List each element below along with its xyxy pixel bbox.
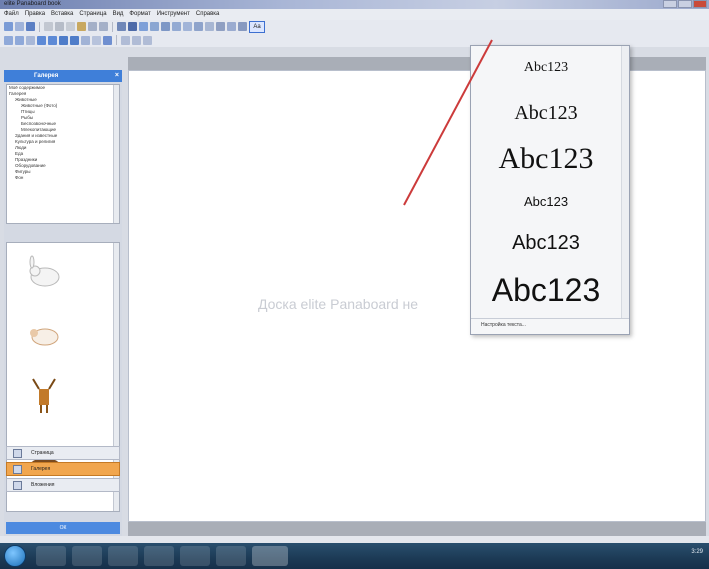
font-option-sans-medium[interactable]: Abc123 bbox=[471, 232, 621, 255]
line-icon[interactable] bbox=[161, 22, 170, 31]
rabbit-thumbnail[interactable] bbox=[21, 251, 69, 295]
menu-edit[interactable]: Правка bbox=[25, 9, 45, 20]
pen-icon[interactable] bbox=[128, 22, 137, 31]
menu-file[interactable]: Файл bbox=[4, 9, 19, 20]
gallery-header: Галерея × bbox=[4, 70, 122, 82]
firefox-icon[interactable] bbox=[72, 546, 102, 566]
style-icon[interactable] bbox=[227, 22, 236, 31]
tab-gallery-label: Галерея bbox=[31, 466, 51, 472]
width-icon[interactable] bbox=[216, 22, 225, 31]
zoom-in-icon[interactable] bbox=[132, 35, 141, 45]
separator bbox=[112, 21, 113, 32]
cut-icon[interactable] bbox=[44, 22, 53, 31]
page-icon bbox=[13, 449, 22, 458]
highlighter-icon[interactable] bbox=[150, 22, 159, 31]
menu-tools[interactable]: Инструмент bbox=[157, 9, 190, 20]
tab-gallery[interactable]: Галерея bbox=[6, 462, 120, 476]
tab-page-label: Страница bbox=[31, 450, 54, 456]
tree-item[interactable]: Фон bbox=[7, 175, 119, 181]
text-settings-link[interactable]: Настройка текста... bbox=[471, 318, 629, 331]
font-size-dropdown: Abc123 Abc123 Abc123 Abc123 Abc123 Abc12… bbox=[470, 45, 630, 335]
tree-scrollbar[interactable] bbox=[113, 85, 119, 223]
app-window: elite Panaboard book Файл Правка Вставка… bbox=[0, 0, 709, 569]
page-add-icon[interactable] bbox=[26, 35, 35, 45]
gallery-title: Галерея bbox=[34, 73, 59, 79]
drawing-toolbar: Aa bbox=[0, 20, 709, 33]
zoom-fit-icon[interactable] bbox=[143, 35, 152, 45]
separator bbox=[39, 21, 40, 32]
start-button[interactable] bbox=[4, 545, 26, 567]
font-option-sans-small[interactable]: Abc123 bbox=[471, 194, 621, 209]
taskbar: 3:29 bbox=[0, 543, 709, 569]
close-button[interactable] bbox=[693, 0, 707, 8]
left-panel: Галерея × Моё содержимое Галерея Животны… bbox=[4, 70, 122, 540]
undo-icon[interactable] bbox=[88, 22, 97, 31]
font-option-serif-medium[interactable]: Abc123 bbox=[471, 102, 621, 125]
menu-bar: Файл Правка Вставка Страница Вид Формат … bbox=[0, 9, 709, 20]
deer-thumbnail[interactable] bbox=[21, 375, 69, 419]
window-title: elite Panaboard book bbox=[4, 1, 61, 7]
font-size-button[interactable]: Aa bbox=[249, 20, 265, 33]
separator bbox=[116, 35, 117, 45]
open-icon[interactable] bbox=[15, 22, 24, 31]
panaboard-taskbar-icon[interactable] bbox=[252, 546, 288, 566]
canvas-watermark: Доска elite Panaboard не bbox=[258, 296, 419, 312]
panel-action-button[interactable]: ОК bbox=[6, 522, 120, 534]
save-icon[interactable] bbox=[26, 22, 35, 31]
menu-insert[interactable]: Вставка bbox=[51, 9, 73, 20]
camera-icon[interactable] bbox=[103, 35, 112, 45]
shape-icon[interactable] bbox=[172, 22, 181, 31]
page-delete-icon[interactable] bbox=[48, 35, 57, 45]
explorer-icon[interactable] bbox=[180, 546, 210, 566]
dropdown-scrollbar[interactable] bbox=[621, 46, 629, 318]
delete-icon[interactable] bbox=[66, 22, 75, 31]
font-option-sans-large[interactable]: Abc123 bbox=[471, 272, 621, 309]
select-icon[interactable] bbox=[117, 22, 126, 31]
paste-icon[interactable] bbox=[77, 22, 86, 31]
system-tray: 3:29 bbox=[691, 549, 703, 555]
menu-view[interactable]: Вид bbox=[113, 9, 124, 20]
page-sort-icon[interactable] bbox=[70, 35, 79, 45]
zoom-out-icon[interactable] bbox=[121, 35, 130, 45]
tab-page[interactable]: Страница bbox=[6, 446, 120, 460]
lamb-thumbnail[interactable] bbox=[21, 313, 69, 357]
page-prev-icon[interactable] bbox=[4, 35, 13, 45]
menu-page[interactable]: Страница bbox=[79, 9, 106, 20]
fill-icon[interactable] bbox=[194, 22, 203, 31]
redo-icon[interactable] bbox=[99, 22, 108, 31]
status-bar: Страница 1/1 1:1 1:100 bbox=[0, 536, 709, 550]
media-player-icon[interactable] bbox=[144, 546, 174, 566]
page-copy-icon[interactable] bbox=[37, 35, 46, 45]
font-option-serif-large[interactable]: Abc123 bbox=[471, 142, 621, 176]
screen-icon[interactable] bbox=[81, 35, 90, 45]
canvas-bottom-strip bbox=[128, 522, 706, 536]
tab-attachments-label: Вложения bbox=[31, 482, 55, 488]
clock[interactable]: 3:29 bbox=[691, 549, 703, 555]
title-bar: elite Panaboard book bbox=[0, 0, 709, 9]
gallery-icon bbox=[13, 465, 22, 474]
mail-icon[interactable] bbox=[108, 546, 138, 566]
menu-format[interactable]: Формат bbox=[129, 9, 150, 20]
page-next-icon[interactable] bbox=[15, 35, 24, 45]
folder-icon[interactable] bbox=[216, 546, 246, 566]
eraser-icon[interactable] bbox=[183, 22, 192, 31]
ie-icon[interactable] bbox=[36, 546, 66, 566]
page-move-icon[interactable] bbox=[59, 35, 68, 45]
close-icon[interactable]: × bbox=[115, 70, 119, 82]
text-color-icon[interactable] bbox=[238, 22, 247, 31]
copy-icon[interactable] bbox=[55, 22, 64, 31]
window-controls bbox=[663, 0, 707, 9]
tab-attachments[interactable]: Вложения bbox=[6, 478, 120, 492]
maximize-button[interactable] bbox=[678, 0, 692, 8]
attachment-icon bbox=[13, 481, 22, 490]
menu-help[interactable]: Справка bbox=[196, 9, 220, 20]
font-option-serif-small[interactable]: Abc123 bbox=[471, 60, 621, 76]
capture-icon[interactable] bbox=[92, 35, 101, 45]
color-icon[interactable] bbox=[205, 22, 214, 31]
new-icon[interactable] bbox=[4, 22, 13, 31]
marker-icon[interactable] bbox=[139, 22, 148, 31]
gallery-tree[interactable]: Моё содержимое Галерея Животные Животные… bbox=[6, 84, 120, 224]
minimize-button[interactable] bbox=[663, 0, 677, 8]
